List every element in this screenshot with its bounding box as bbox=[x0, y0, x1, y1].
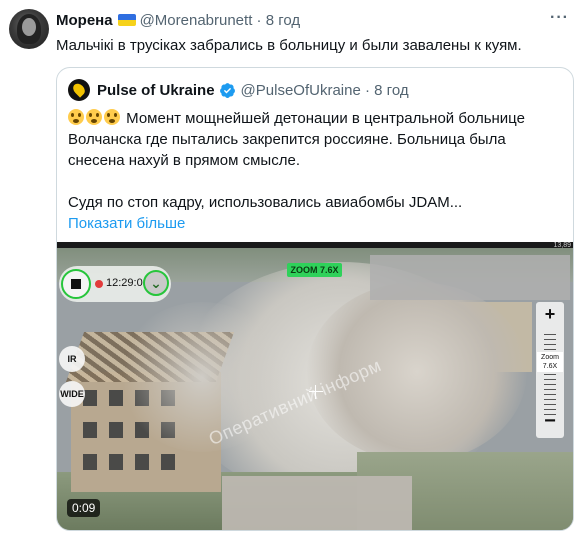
quoted-text-line: Момент мощнейшей детонации в центральной… bbox=[126, 110, 525, 127]
chevron-down-icon[interactable]: ⌄ bbox=[143, 270, 169, 296]
ir-button[interactable]: IR bbox=[59, 346, 85, 372]
zoom-level-value: 7.6X bbox=[542, 363, 558, 370]
ukraine-flag-icon bbox=[117, 14, 136, 26]
author-handle[interactable]: @Morenabrunett bbox=[140, 12, 253, 29]
quoted-text-line: Волчанска где пытались закрепится россия… bbox=[68, 131, 506, 148]
avatar-face bbox=[22, 18, 36, 36]
hud-top-number: 13,89 bbox=[553, 242, 571, 249]
censored-area bbox=[222, 476, 412, 530]
flushed-face-emoji-icon bbox=[86, 109, 102, 125]
zoom-in-icon[interactable]: + bbox=[536, 304, 564, 325]
quoted-tweet-text: Момент мощнейшей детонации в центральной… bbox=[68, 108, 564, 234]
tweet[interactable]: Морена @Morenabrunett · 8 год ··· Мальчi… bbox=[0, 0, 583, 538]
quoted-tweet-header: Pulse of Ukraine @PulseOfUkraine · 8 год bbox=[97, 81, 409, 99]
show-more-link[interactable]: Показати більше bbox=[68, 215, 185, 232]
tweet-header: Морена @Morenabrunett · 8 год bbox=[56, 11, 300, 29]
quoted-text-line: снесена нахуй в прямом смысле. bbox=[68, 152, 300, 169]
zoom-level-caption: Zoom bbox=[541, 354, 559, 361]
video-top-bar bbox=[57, 242, 573, 248]
author-name[interactable]: Морена bbox=[56, 12, 113, 29]
smoke-cloud bbox=[117, 302, 287, 452]
crosshair-icon bbox=[309, 385, 323, 399]
location-pin-icon bbox=[70, 81, 88, 98]
more-options-icon[interactable]: ··· bbox=[550, 9, 569, 27]
video-duration: 0:09 bbox=[67, 499, 101, 517]
quoted-tweet[interactable]: Pulse of Ukraine @PulseOfUkraine · 8 год… bbox=[56, 67, 574, 531]
flushed-face-emoji-icon bbox=[68, 109, 84, 125]
zoom-level: Zoom 7.6X bbox=[537, 352, 563, 372]
recording-controls: 12:29:03 ⌄ bbox=[59, 266, 171, 302]
verified-badge-icon bbox=[219, 82, 235, 98]
wide-button[interactable]: WIDE bbox=[59, 381, 85, 407]
recording-dot-icon bbox=[95, 280, 103, 288]
quoted-author-handle[interactable]: @PulseOfUkraine bbox=[241, 82, 361, 99]
quoted-text-line: Судя по стоп кадру, использовались авиаб… bbox=[68, 194, 463, 211]
zoom-control[interactable]: + Zoom 7.6X − bbox=[536, 302, 564, 438]
author-avatar[interactable] bbox=[9, 9, 49, 49]
stop-button[interactable] bbox=[61, 269, 91, 299]
zoom-badge: ZOOM 7.6X bbox=[287, 263, 342, 277]
tweet-time[interactable]: 8 год bbox=[266, 12, 300, 29]
zoom-out-icon[interactable]: − bbox=[536, 410, 564, 433]
quoted-tweet-time[interactable]: 8 год bbox=[374, 82, 408, 99]
censored-area bbox=[370, 255, 570, 300]
quoted-author-name[interactable]: Pulse of Ukraine bbox=[97, 82, 215, 99]
dot-separator: · bbox=[360, 81, 375, 99]
zoom-scale bbox=[544, 334, 556, 416]
dot-separator: · bbox=[252, 11, 266, 29]
tweet-text: Мальчiкi в трусiках забрались в больницу… bbox=[56, 37, 522, 54]
video-player[interactable]: 13,89 12:29:03 ⌄ ZOOM 7.6X IR WIDE Опера… bbox=[57, 242, 573, 530]
quoted-author-avatar[interactable] bbox=[68, 79, 90, 101]
flushed-face-emoji-icon bbox=[104, 109, 120, 125]
